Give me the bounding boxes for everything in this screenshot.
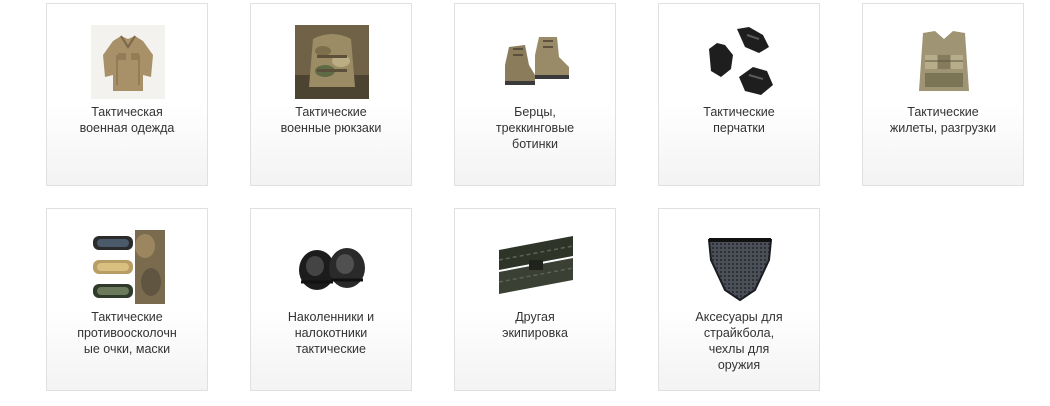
category-label: Берцы, треккинговые ботинки bbox=[463, 104, 607, 152]
category-label: Тактические противоосколочн ые очки, мас… bbox=[55, 309, 199, 357]
label-line: противоосколочн bbox=[77, 326, 177, 340]
label-line: страйкбола, bbox=[703, 326, 775, 340]
label-line: треккинговые bbox=[495, 121, 575, 135]
label-line: военные рюкзаки bbox=[280, 121, 382, 135]
category-grid: Тактическая военная одежда Тактические в… bbox=[0, 0, 1050, 406]
category-card-clothing[interactable]: Тактическая военная одежда bbox=[46, 3, 208, 186]
category-card-knee-pads[interactable]: Наколенники и налокотники тактические bbox=[250, 208, 412, 391]
label-line: Берцы, bbox=[514, 105, 556, 119]
tactical-shirt-icon bbox=[91, 25, 165, 99]
category-card-vests[interactable]: Тактические жилеты, разгрузки bbox=[862, 3, 1024, 186]
label-line: оружия bbox=[717, 358, 761, 372]
category-card-airsoft-accessories[interactable]: Аксесуары для страйкбола, чехлы для оруж… bbox=[658, 208, 820, 391]
knee-pads-icon bbox=[295, 230, 369, 304]
vest-icon bbox=[907, 25, 981, 99]
category-card-goggles[interactable]: Тактические противоосколочн ые очки, мас… bbox=[46, 208, 208, 391]
label-line: Аксесуары для bbox=[695, 310, 783, 324]
label-line: Наколенники и bbox=[287, 310, 375, 324]
belt-icon bbox=[499, 230, 573, 304]
category-label: Аксесуары для страйкбола, чехлы для оруж… bbox=[667, 309, 811, 373]
label-line: военная одежда bbox=[79, 121, 175, 135]
backpack-icon bbox=[295, 25, 369, 99]
category-card-other-gear[interactable]: Другая экипировка bbox=[454, 208, 616, 391]
label-line: Другая bbox=[515, 310, 555, 324]
label-line: ые очки, маски bbox=[83, 342, 171, 356]
label-line: Тактические bbox=[703, 105, 775, 119]
category-card-backpacks[interactable]: Тактические военные рюкзаки bbox=[250, 3, 412, 186]
label-line: ботинки bbox=[512, 137, 558, 151]
category-label: Тактическая военная одежда bbox=[55, 104, 199, 136]
label-line: Тактические bbox=[907, 105, 979, 119]
category-card-gloves[interactable]: Тактические перчатки bbox=[658, 3, 820, 186]
gloves-icon bbox=[703, 25, 777, 99]
category-label: Тактические жилеты, разгрузки bbox=[871, 104, 1015, 136]
goggles-icon bbox=[91, 230, 165, 304]
category-label: Другая экипировка bbox=[463, 309, 607, 341]
category-label: Тактические перчатки bbox=[667, 104, 811, 136]
label-line: Тактические bbox=[91, 310, 163, 324]
category-label: Наколенники и налокотники тактические bbox=[259, 309, 403, 357]
label-line: налокотники bbox=[294, 326, 368, 340]
label-line: перчатки bbox=[713, 121, 765, 135]
category-card-boots[interactable]: Берцы, треккинговые ботинки bbox=[454, 3, 616, 186]
label-line: жилеты, разгрузки bbox=[889, 121, 997, 135]
label-line: тактические bbox=[296, 342, 366, 356]
label-line: экипировка bbox=[502, 326, 568, 340]
category-label: Тактические военные рюкзаки bbox=[259, 104, 403, 136]
label-line: Тактическая bbox=[91, 105, 163, 119]
boots-icon bbox=[499, 25, 573, 99]
label-line: Тактические bbox=[295, 105, 367, 119]
mesh-mask-icon bbox=[703, 230, 777, 304]
label-line: чехлы для bbox=[708, 342, 770, 356]
